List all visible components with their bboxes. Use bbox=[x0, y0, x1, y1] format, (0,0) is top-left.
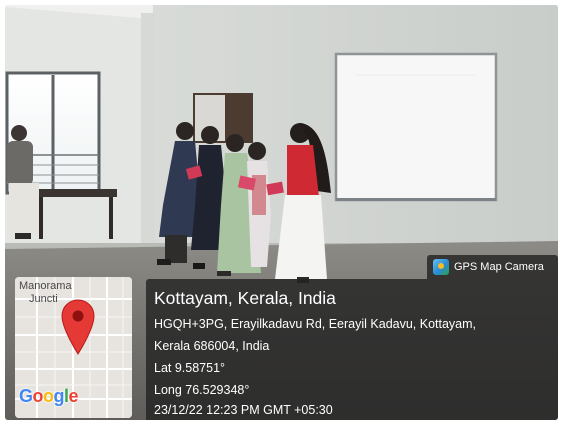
bench-leg bbox=[39, 197, 43, 239]
gps-map-camera-badge: GPS Map Camera bbox=[427, 255, 558, 279]
map-place-label-2: Juncti bbox=[29, 293, 58, 305]
location-title: Kottayam, Kerala, India bbox=[154, 288, 336, 308]
location-map-thumbnail: Manorama Juncti Google bbox=[15, 277, 132, 418]
map-place-label: Manorama bbox=[19, 280, 72, 292]
student-feet bbox=[157, 259, 171, 265]
pillar bbox=[141, 13, 155, 249]
seated-person-legs bbox=[9, 183, 39, 235]
bench-leg bbox=[109, 197, 113, 239]
google-letter: G bbox=[19, 386, 33, 406]
whiteboard bbox=[334, 52, 498, 202]
google-letter: o bbox=[32, 386, 44, 406]
student-legs bbox=[165, 235, 187, 263]
address-line-2: Kerala 686004, India bbox=[154, 339, 270, 353]
bench-top bbox=[33, 189, 117, 197]
google-letter: e bbox=[68, 386, 79, 406]
photo-frame: GPS Map Camera Kottayam, Kerala, India H… bbox=[5, 5, 558, 420]
address-line-1: HGQH+3PG, Erayilkadavu Rd, Eerayil Kadav… bbox=[154, 317, 477, 331]
google-letter: g bbox=[53, 386, 65, 406]
student-head bbox=[201, 126, 219, 144]
latitude-text: Lat 9.58751° bbox=[154, 361, 226, 375]
google-letter: o bbox=[43, 386, 54, 406]
google-attribution: Google bbox=[19, 386, 79, 407]
student-feet bbox=[193, 263, 205, 269]
seated-person-head bbox=[11, 125, 27, 141]
student-head bbox=[248, 142, 266, 160]
seated-person-body bbox=[7, 141, 33, 185]
whiteboard-ledge bbox=[336, 198, 496, 201]
timestamp-text: 23/12/22 12:23 PM GMT +05:30 bbox=[154, 403, 333, 417]
map-pin-icon bbox=[61, 299, 95, 355]
student-head bbox=[176, 122, 194, 140]
gps-map-camera-label: GPS Map Camera bbox=[454, 261, 544, 273]
gps-map-camera-icon bbox=[433, 259, 449, 275]
student-head bbox=[226, 134, 244, 152]
student-feet bbox=[217, 271, 231, 276]
seated-person-feet bbox=[15, 233, 31, 239]
location-info-panel: Kottayam, Kerala, India HGQH+3PG, Erayil… bbox=[146, 279, 558, 420]
longitude-text: Long 76.529348° bbox=[154, 383, 250, 397]
